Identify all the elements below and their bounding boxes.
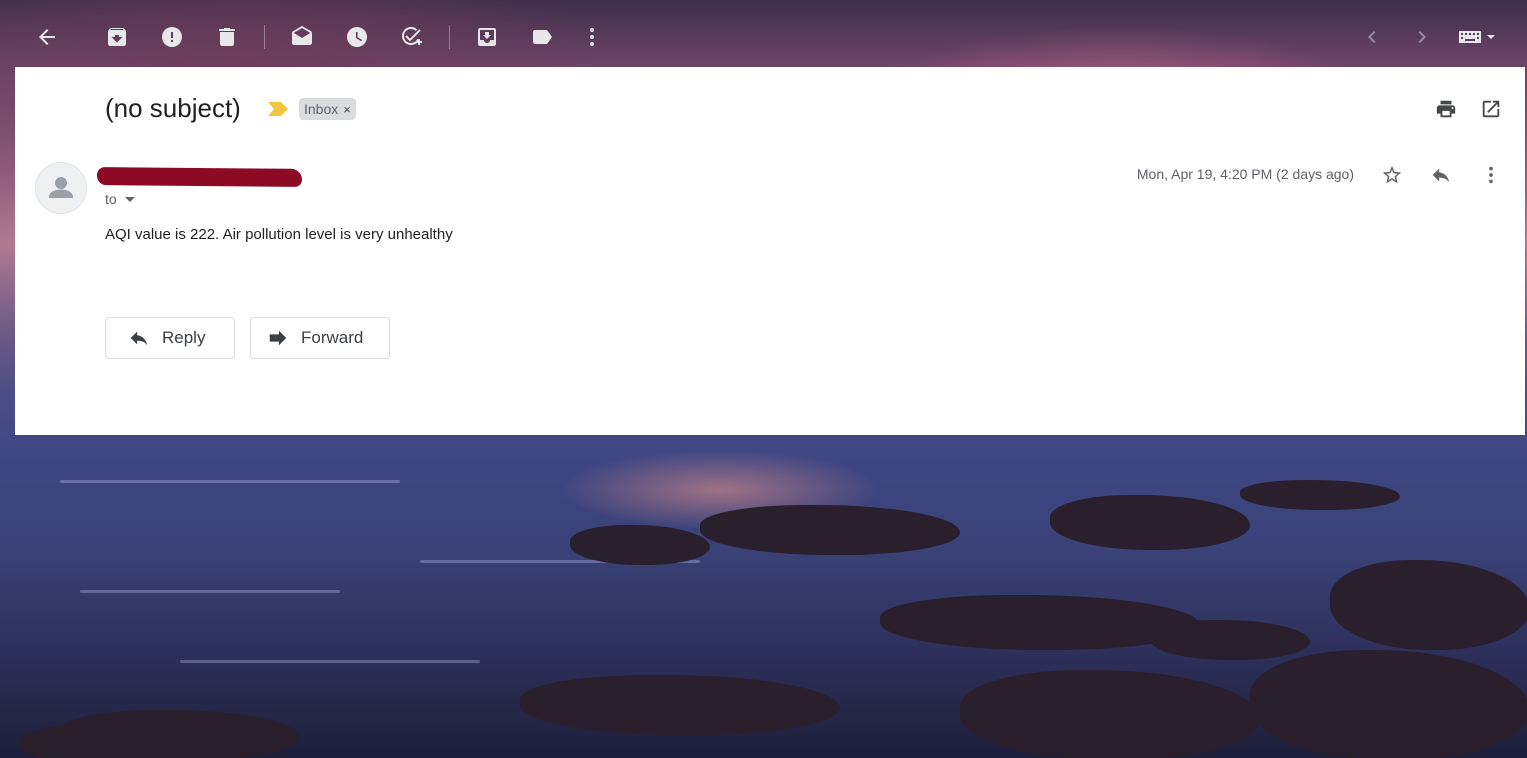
toolbar-divider	[449, 25, 450, 49]
email-body: AQI value is 222. Air pollution level is…	[105, 226, 453, 243]
chevron-right-icon	[1418, 31, 1426, 43]
add-to-tasks-button[interactable]	[394, 19, 430, 55]
person-icon	[49, 177, 73, 198]
importance-marker-icon[interactable]	[268, 102, 288, 116]
star-outline-icon	[1382, 165, 1402, 184]
snooze-button[interactable]	[339, 19, 375, 55]
show-details-caret-icon[interactable]	[124, 196, 135, 202]
more-button[interactable]	[574, 19, 610, 55]
sender-name-redacted	[96, 167, 303, 187]
reply-icon-button[interactable]	[1427, 161, 1455, 189]
toolbar-divider	[264, 25, 265, 49]
more-vertical-icon	[590, 28, 594, 46]
print-all-button[interactable]	[1433, 96, 1459, 122]
chevron-left-icon	[1368, 31, 1376, 43]
labels-button[interactable]	[524, 19, 560, 55]
sender-avatar[interactable]	[35, 162, 87, 214]
move-to-inbox-icon	[478, 28, 496, 46]
archive-button[interactable]	[99, 19, 135, 55]
reply-button-label: Reply	[162, 328, 206, 347]
newer-button[interactable]	[1354, 19, 1390, 55]
email-subject: (no subject)	[105, 93, 241, 123]
conversation-toolbar	[0, 0, 1527, 66]
reply-icon	[1432, 168, 1450, 183]
trash-icon	[219, 28, 235, 46]
forward-button[interactable]: Forward	[250, 317, 390, 359]
forward-icon	[269, 330, 287, 346]
more-vertical-icon	[1489, 166, 1493, 184]
open-in-new-window-button[interactable]	[1478, 96, 1504, 122]
reply-button[interactable]: Reply	[105, 317, 235, 359]
email-panel: (no subject) Inbox × to Mon, Apr 19, 4:2…	[15, 67, 1525, 435]
older-button[interactable]	[1404, 19, 1440, 55]
add-task-icon	[402, 27, 422, 45]
label-icon	[533, 30, 552, 44]
clock-icon	[347, 27, 367, 47]
message-more-button[interactable]	[1477, 161, 1505, 189]
back-button[interactable]	[29, 19, 65, 55]
forward-button-label: Forward	[301, 328, 364, 347]
recipient-row: to	[105, 191, 135, 207]
move-to-button[interactable]	[469, 19, 505, 55]
input-tools-button[interactable]	[1453, 19, 1501, 55]
reply-icon	[130, 331, 148, 346]
keyboard-icon	[1459, 31, 1495, 43]
email-date: Mon, Apr 19, 4:20 PM (2 days ago)	[1136, 166, 1354, 182]
arrow-left-icon	[39, 29, 55, 45]
mail-open-icon	[292, 26, 312, 45]
mark-unread-button[interactable]	[284, 19, 320, 55]
archive-icon	[108, 28, 126, 46]
remove-label-button[interactable]: ×	[343, 102, 351, 117]
star-button[interactable]	[1378, 161, 1406, 189]
to-label: to	[105, 191, 117, 207]
open-in-new-icon	[1482, 100, 1500, 118]
report-spam-icon	[162, 27, 182, 47]
report-spam-button[interactable]	[154, 19, 190, 55]
delete-button[interactable]	[209, 19, 245, 55]
print-icon	[1436, 100, 1456, 118]
inbox-label-chip: Inbox ×	[299, 98, 356, 120]
label-chip-text: Inbox	[304, 101, 339, 117]
